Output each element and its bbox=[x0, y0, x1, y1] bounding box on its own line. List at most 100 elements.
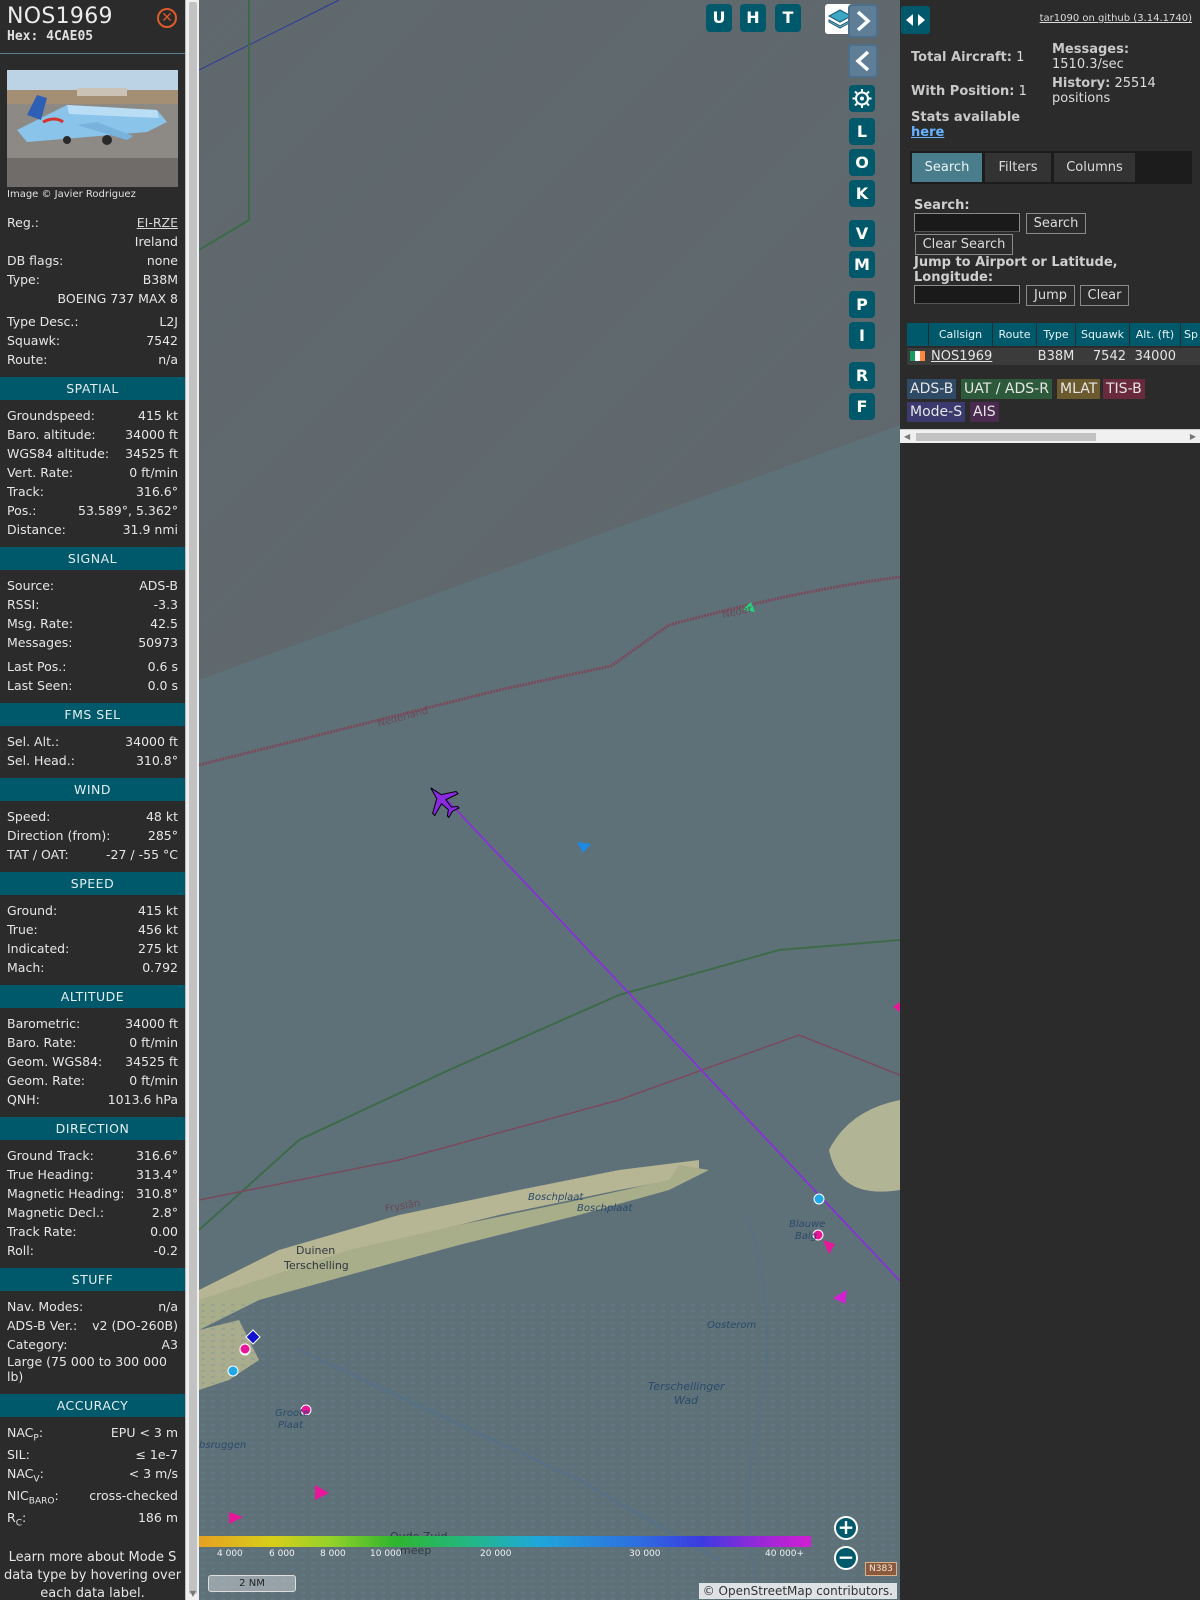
map-button-l[interactable]: L bbox=[849, 118, 875, 145]
stuff-label[interactable]: Nav. Modes: bbox=[7, 1297, 83, 1316]
spatial-label[interactable]: Track: bbox=[7, 482, 44, 501]
map-button-t[interactable]: T bbox=[775, 4, 801, 32]
spatial-label[interactable]: Baro. altitude: bbox=[7, 425, 96, 444]
wind-label[interactable]: Speed: bbox=[7, 807, 50, 826]
signal-label[interactable]: Msg. Rate: bbox=[7, 614, 73, 633]
map-button-u[interactable]: U bbox=[706, 4, 732, 32]
altitude-label[interactable]: QNH: bbox=[7, 1090, 40, 1109]
scroll-down-icon[interactable]: ▼ bbox=[188, 1590, 198, 1598]
fms-label[interactable]: Sel. Head.: bbox=[7, 751, 75, 770]
signal-label[interactable]: RSSI: bbox=[7, 595, 39, 614]
chip-modes[interactable]: Mode-S bbox=[907, 402, 966, 422]
search-button[interactable]: Search bbox=[1026, 213, 1086, 234]
signal-label[interactable]: Messages: bbox=[7, 633, 73, 652]
signal-row: Source: ADS-B bbox=[0, 576, 185, 595]
stuff-label[interactable]: ADS-B Ver.: bbox=[7, 1316, 77, 1335]
column-altitude[interactable]: Alt. (ft) bbox=[1130, 323, 1180, 346]
settings-button[interactable] bbox=[849, 85, 875, 112]
jump-input[interactable] bbox=[914, 285, 1020, 304]
tab-filters[interactable]: Filters bbox=[985, 153, 1051, 182]
altitude-row: Barometric: 34000 ft bbox=[0, 1014, 185, 1033]
row-callsign[interactable]: NOS1969 bbox=[931, 348, 993, 365]
speed-label[interactable]: Indicated: bbox=[7, 939, 69, 958]
signal-label[interactable]: Last Seen: bbox=[7, 676, 72, 695]
direction-label[interactable]: True Heading: bbox=[7, 1165, 94, 1184]
altitude-label[interactable]: Geom. WGS84: bbox=[7, 1052, 102, 1071]
tab-search[interactable]: Search bbox=[912, 153, 982, 182]
fms-label[interactable]: Sel. Alt.: bbox=[7, 732, 59, 751]
direction-label[interactable]: Track Rate: bbox=[7, 1222, 77, 1241]
chip-ais[interactable]: AIS bbox=[970, 402, 999, 422]
aircraft-photo[interactable] bbox=[7, 70, 178, 187]
direction-label[interactable]: Roll: bbox=[7, 1241, 34, 1260]
spatial-label[interactable]: Pos.: bbox=[7, 501, 36, 520]
altitude-label[interactable]: Barometric: bbox=[7, 1014, 80, 1033]
jump-button[interactable]: Jump bbox=[1026, 285, 1075, 306]
map-button-k[interactable]: K bbox=[849, 180, 875, 207]
spatial-label[interactable]: Distance: bbox=[7, 520, 66, 539]
zoom-in-button[interactable]: + bbox=[834, 1516, 858, 1540]
column-route[interactable]: Route bbox=[993, 323, 1036, 346]
info-panel-scrollbar[interactable]: ▲ ▼ bbox=[185, 0, 199, 1600]
tab-columns[interactable]: Columns bbox=[1054, 153, 1135, 182]
expand-right-button[interactable] bbox=[848, 4, 878, 38]
rc-label[interactable]: RC: bbox=[7, 1508, 26, 1529]
toggle-sidebar-button[interactable] bbox=[901, 6, 930, 34]
nacv-label[interactable]: NACV: bbox=[7, 1464, 44, 1485]
speed-label[interactable]: True: bbox=[7, 920, 38, 939]
column-squawk[interactable]: Squawk bbox=[1076, 323, 1129, 346]
direction-label[interactable]: Magnetic Heading: bbox=[7, 1184, 124, 1203]
table-horizontal-scrollbar[interactable]: ◀ ▶ bbox=[900, 429, 1200, 443]
spatial-label[interactable]: WGS84 altitude: bbox=[7, 444, 109, 463]
stuff-label[interactable]: Category: bbox=[7, 1335, 67, 1354]
direction-label[interactable]: Magnetic Decl.: bbox=[7, 1203, 104, 1222]
chip-tisb[interactable]: TIS-B bbox=[1103, 379, 1145, 399]
reg-label: Reg.: bbox=[7, 215, 39, 230]
altitude-label[interactable]: Baro. Rate: bbox=[7, 1033, 76, 1052]
chip-mlat[interactable]: MLAT bbox=[1057, 379, 1101, 399]
wind-label[interactable]: Direction (from): bbox=[7, 826, 111, 845]
column-callsign[interactable]: Callsign bbox=[929, 323, 992, 346]
map-button-m[interactable]: M bbox=[849, 251, 875, 278]
clear-search-button[interactable]: Clear Search bbox=[915, 234, 1013, 255]
map-button-f[interactable]: F bbox=[849, 393, 875, 420]
stats-here-link[interactable]: here bbox=[911, 125, 944, 140]
map-button-v[interactable]: V bbox=[849, 220, 875, 247]
chip-adsb[interactable]: ADS-B bbox=[907, 379, 957, 399]
horizontal-scroll-thumb[interactable] bbox=[916, 433, 1096, 441]
scroll-left-icon[interactable]: ◀ bbox=[904, 432, 910, 441]
column-speed[interactable]: Sp bbox=[1181, 323, 1200, 346]
spatial-label[interactable]: Groundspeed: bbox=[7, 406, 95, 425]
signal-label[interactable]: Source: bbox=[7, 576, 54, 595]
search-input[interactable] bbox=[914, 213, 1020, 232]
spatial-label[interactable]: Vert. Rate: bbox=[7, 463, 73, 482]
map-button-o[interactable]: O bbox=[849, 149, 875, 176]
column-flag[interactable] bbox=[907, 323, 928, 346]
collapse-left-button[interactable] bbox=[848, 44, 878, 78]
map-button-r[interactable]: R bbox=[849, 362, 875, 389]
map-view[interactable]: Nederland Neder Fryslân Boschplaat Bosch… bbox=[199, 0, 900, 1600]
sil-label[interactable]: SIL: bbox=[7, 1445, 30, 1464]
direction-label[interactable]: Ground Track: bbox=[7, 1146, 94, 1165]
signal-label[interactable]: Last Pos.: bbox=[7, 657, 66, 676]
zoom-out-button[interactable]: − bbox=[834, 1546, 858, 1570]
altitude-label[interactable]: Geom. Rate: bbox=[7, 1071, 85, 1090]
osm-link[interactable]: OpenStreetMap bbox=[719, 1584, 813, 1598]
speed-label[interactable]: Mach: bbox=[7, 958, 44, 977]
chip-uat-adsr[interactable]: UAT / ADS-R bbox=[961, 379, 1052, 399]
column-type[interactable]: Type bbox=[1037, 323, 1075, 346]
scroll-thumb[interactable] bbox=[189, 2, 197, 1594]
github-link[interactable]: tar1090 on github (3.14.1740) bbox=[1040, 13, 1192, 24]
nicbaro-label[interactable]: NICBARO: bbox=[7, 1486, 59, 1507]
map-button-i[interactable]: I bbox=[849, 322, 875, 349]
close-icon[interactable]: ✕ bbox=[157, 8, 177, 28]
clear-button[interactable]: Clear bbox=[1080, 285, 1129, 306]
speed-label[interactable]: Ground: bbox=[7, 901, 57, 920]
registration-link[interactable]: EI-RZE bbox=[137, 215, 178, 230]
altitude-color-scale: 4 000 6 000 8 000 10 000 20 000 30 000 40 000+ bbox=[199, 1536, 811, 1560]
wind-label[interactable]: TAT / OAT: bbox=[7, 845, 69, 864]
map-button-p[interactable]: P bbox=[849, 291, 875, 318]
nacp-label[interactable]: NACP: bbox=[7, 1423, 43, 1444]
scroll-right-icon[interactable]: ▶ bbox=[1190, 432, 1196, 441]
map-button-h[interactable]: H bbox=[740, 4, 766, 32]
